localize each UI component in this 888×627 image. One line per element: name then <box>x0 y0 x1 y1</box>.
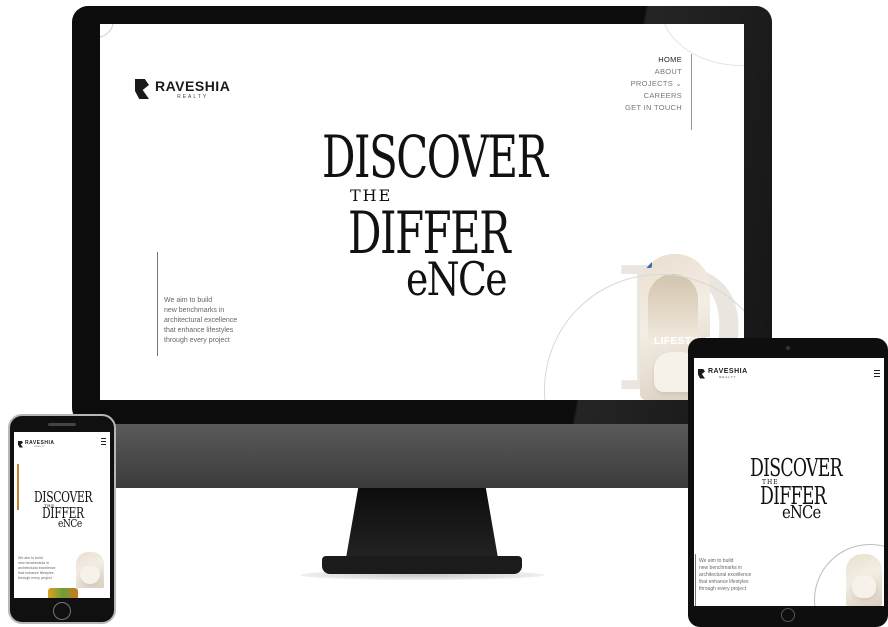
phone-brand-sub: REALTY <box>34 446 46 448</box>
phone-home-button[interactable] <box>53 602 71 620</box>
phone-menu-icon[interactable] <box>101 438 106 447</box>
phone-bottom-banner[interactable] <box>48 588 78 598</box>
tablet-tagline-text: We aim to build new benchmarks in archit… <box>699 558 752 592</box>
hero-line-ence: eNCe <box>406 252 508 306</box>
phone-logo-mark-icon <box>18 440 23 448</box>
logo-mark-icon <box>135 79 149 99</box>
tablet-menu-icon[interactable] <box>874 370 880 379</box>
phone-card-chair <box>80 566 100 584</box>
nav-item-get-in-touch[interactable]: GET IN TOUCH <box>625 102 682 114</box>
tagline-rule <box>157 252 158 356</box>
site-logo[interactable]: RAVESHIA REALTY <box>135 78 230 100</box>
nav-item-about[interactable]: ABOUT <box>625 66 682 78</box>
phone-hero-line-discover: DISCOVER <box>34 488 93 506</box>
tablet-logo-mark-icon <box>698 368 705 379</box>
brand-sub: REALTY <box>177 94 209 100</box>
nav-item-projects[interactable]: PROJECTS ⌄ <box>625 78 682 90</box>
monitor-stand-neck <box>346 488 498 558</box>
tablet-screen: RAVESHIA REALTY DISCOVER THE DIFFER eNCe… <box>694 358 884 606</box>
tagline-text: We aim to build new benchmarks in archit… <box>164 297 238 344</box>
nav-item-home[interactable]: HOME <box>625 54 682 66</box>
tablet-home-button[interactable] <box>781 608 795 622</box>
tablet-card-arc <box>814 544 884 606</box>
tablet-hero-line-discover: DISCOVER <box>750 454 843 482</box>
tablet-camera <box>786 346 790 350</box>
tablet-tagline-rule <box>695 554 696 606</box>
monitor-stand-foot <box>322 556 522 574</box>
monitor-chin <box>72 424 772 488</box>
card-badge-icon <box>644 260 652 268</box>
phone-screen: RAVESHIA REALTY DISCOVER THE DIFFER eNCe… <box>14 432 110 598</box>
main-nav: HOME ABOUT PROJECTS ⌄ CAREERS GET IN TOU… <box>625 54 682 114</box>
tablet-brand-name: RAVESHIA <box>708 368 748 375</box>
tablet-logo[interactable]: RAVESHIA REALTY <box>698 368 748 379</box>
hero-line-discover: DISCOVER <box>322 123 548 191</box>
phone-lifestyle-card[interactable] <box>76 552 104 588</box>
phone-speaker <box>48 423 76 426</box>
corner-arc <box>100 24 114 38</box>
nav-divider <box>691 54 692 130</box>
phone-tagline-text: We aim to build new benchmarks in archit… <box>18 556 56 580</box>
tablet-hero-line-ence: eNCe <box>782 502 821 523</box>
phone-logo[interactable]: RAVESHIA REALTY <box>18 440 54 448</box>
brand-name: RAVESHIA <box>155 78 231 94</box>
phone-accent-bar <box>17 464 19 510</box>
phone-hero-line-ence: eNCe <box>58 517 82 530</box>
desktop-screen: RAVESHIA REALTY HOME ABOUT PROJECTS ⌄ CA… <box>100 24 744 400</box>
tablet-brand-sub: REALTY <box>719 375 737 379</box>
nav-item-careers[interactable]: CAREERS <box>625 90 682 102</box>
